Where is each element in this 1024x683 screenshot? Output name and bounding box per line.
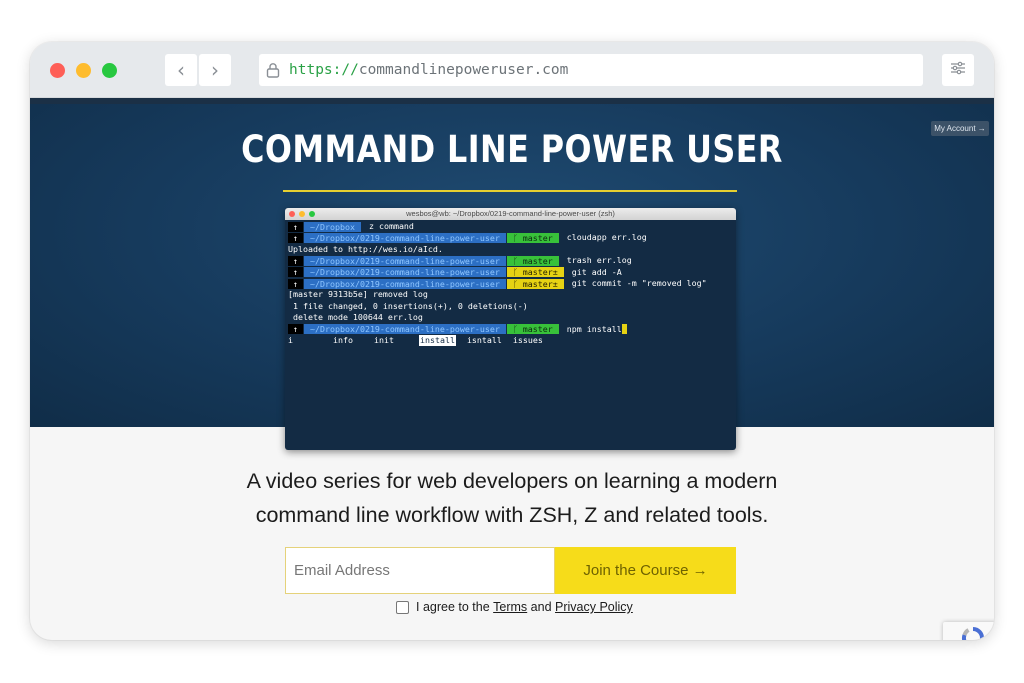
terminal-output-line: Uploaded to http://wes.io/aIcd. <box>288 243 443 254</box>
and-text: and <box>530 600 552 614</box>
terminal-output-line: [master 9313b5e] removed log <box>288 289 428 300</box>
terms-agreement: I agree to the Terms and Privacy Policy <box>396 599 633 615</box>
prompt-path: ~/Dropbox/0219-command-line-power-user <box>304 324 506 335</box>
browser-toolbar: ‹ › https:// commandlinepoweruser.com <box>30 42 994 98</box>
agree-checkbox[interactable] <box>396 600 409 614</box>
forward-button[interactable]: › <box>199 54 231 86</box>
terminal-line: ↑ ~/Dropbox z command <box>288 221 736 232</box>
settings-sliders-icon <box>950 61 966 80</box>
terminal-line: ↑ ~/Dropbox/0219-command-line-power-user ᚴ… <box>288 255 736 266</box>
completion-item: issues <box>512 334 543 345</box>
browser-window: ‹ › https:// commandlinepoweruser.com My… <box>30 42 994 640</box>
terminal-output: ↑ ~/Dropbox z command ↑ ~/Dropbox/0219-comm… <box>285 220 736 347</box>
tagline: A video series for web developers on lea… <box>30 464 994 532</box>
prompt-arrow: ↑ <box>288 278 303 289</box>
minimize-window-button[interactable] <box>76 63 91 78</box>
settings-button[interactable] <box>942 54 974 86</box>
agree-text: I agree to the <box>416 600 490 614</box>
terminal-maximize-dot <box>309 211 315 217</box>
prompt-command: git add -A <box>571 266 622 277</box>
terminal-line: ↑ ~/Dropbox/0219-command-line-power-user ᚴ… <box>288 267 736 278</box>
url-scheme: https:// <box>289 62 359 78</box>
prompt-path: ~/Dropbox/0219-command-line-power-user <box>304 267 506 278</box>
title-divider <box>283 190 737 192</box>
prompt-path: ~/Dropbox/0219-command-line-power-user <box>304 278 506 289</box>
terminal-cursor <box>621 324 627 335</box>
page-title: COMMAND LINE POWER USER <box>241 128 783 171</box>
completion-list: i info init install isntall issues <box>288 334 736 347</box>
recaptcha-icon <box>962 627 984 640</box>
signup-form: Email Address Join the Course → <box>285 547 736 594</box>
maximize-window-button[interactable] <box>102 63 117 78</box>
recaptcha-badge[interactable] <box>943 622 994 640</box>
completion-item: info <box>333 334 353 345</box>
prompt-arrow: ↑ <box>288 267 303 278</box>
prompt-command: cloudapp err.log <box>566 232 647 243</box>
terminal-line: ↑ ~/Dropbox/0219-command-line-power-user ᚴ… <box>288 278 736 289</box>
prompt-branch-dirty: ᚴ master± <box>506 267 564 278</box>
prompt-branch: ᚴ master <box>506 233 559 244</box>
prompt-path: ~/Dropbox/0219-command-line-power-user <box>304 233 506 244</box>
completion-item-selected: install <box>418 334 456 347</box>
prompt-command: git commit -m "removed log" <box>571 277 707 288</box>
terminal-titlebar: wesbos@wb: ~/Dropbox/0219-command-line-p… <box>285 208 736 220</box>
join-course-button[interactable]: Join the Course → <box>555 547 736 594</box>
prompt-branch: ᚴ master <box>506 255 559 266</box>
close-window-button[interactable] <box>50 63 65 78</box>
terms-link[interactable]: Terms <box>493 600 527 614</box>
terminal-line: ↑ ~/Dropbox/0219-command-line-power-user ᚴ… <box>288 324 736 335</box>
terminal-screenshot: wesbos@wb: ~/Dropbox/0219-command-line-p… <box>285 208 736 450</box>
address-bar[interactable]: https:// commandlinepoweruser.com <box>259 54 923 86</box>
terminal-title: wesbos@wb: ~/Dropbox/0219-command-line-p… <box>406 209 615 218</box>
prompt-path: ~/Dropbox/0219-command-line-power-user <box>304 255 506 266</box>
my-account-button[interactable]: My Account → <box>931 121 989 136</box>
prompt-command: npm install <box>566 323 622 334</box>
prompt-command: trash err.log <box>566 255 632 266</box>
tagline-line-1: A video series for web developers on lea… <box>246 469 778 493</box>
terminal-line: ↑ ~/Dropbox/0219-command-line-power-user ᚴ… <box>288 232 736 244</box>
back-button[interactable]: ‹ <box>165 54 197 86</box>
prompt-arrow: ↑ <box>288 324 303 335</box>
lock-icon <box>266 62 280 82</box>
prompt-branch: ᚴ master <box>506 324 559 335</box>
prompt-arrow: ↑ <box>288 233 303 244</box>
completion-item: i <box>288 334 293 345</box>
completion-item: isntall <box>466 334 502 345</box>
prompt-path: ~/Dropbox <box>304 221 361 232</box>
tagline-line-2: command line workflow with ZSH, Z and re… <box>255 503 769 527</box>
completion-item: init <box>373 334 394 345</box>
terminal-close-dot <box>289 211 295 217</box>
url-host: commandlinepoweruser.com <box>358 62 569 78</box>
prompt-arrow: ↑ <box>288 255 303 266</box>
prompt-command: z command <box>368 221 414 231</box>
terminal-minimize-dot <box>299 211 305 217</box>
privacy-policy-link[interactable]: Privacy Policy <box>555 600 633 614</box>
hero-section: My Account → COMMAND LINE POWER USER wes… <box>30 98 994 450</box>
prompt-arrow: ↑ <box>288 221 303 232</box>
prompt-branch-dirty: ᚴ master± <box>506 278 564 289</box>
back-icon: ‹ <box>177 58 185 82</box>
forward-icon: › <box>211 58 219 82</box>
terminal-output-line: delete mode 100644 err.log <box>288 312 423 323</box>
terminal-output-line: 1 file changed, 0 insertions(+), 0 delet… <box>288 300 528 311</box>
email-field[interactable]: Email Address <box>285 547 555 594</box>
hero-top-border <box>30 98 994 104</box>
